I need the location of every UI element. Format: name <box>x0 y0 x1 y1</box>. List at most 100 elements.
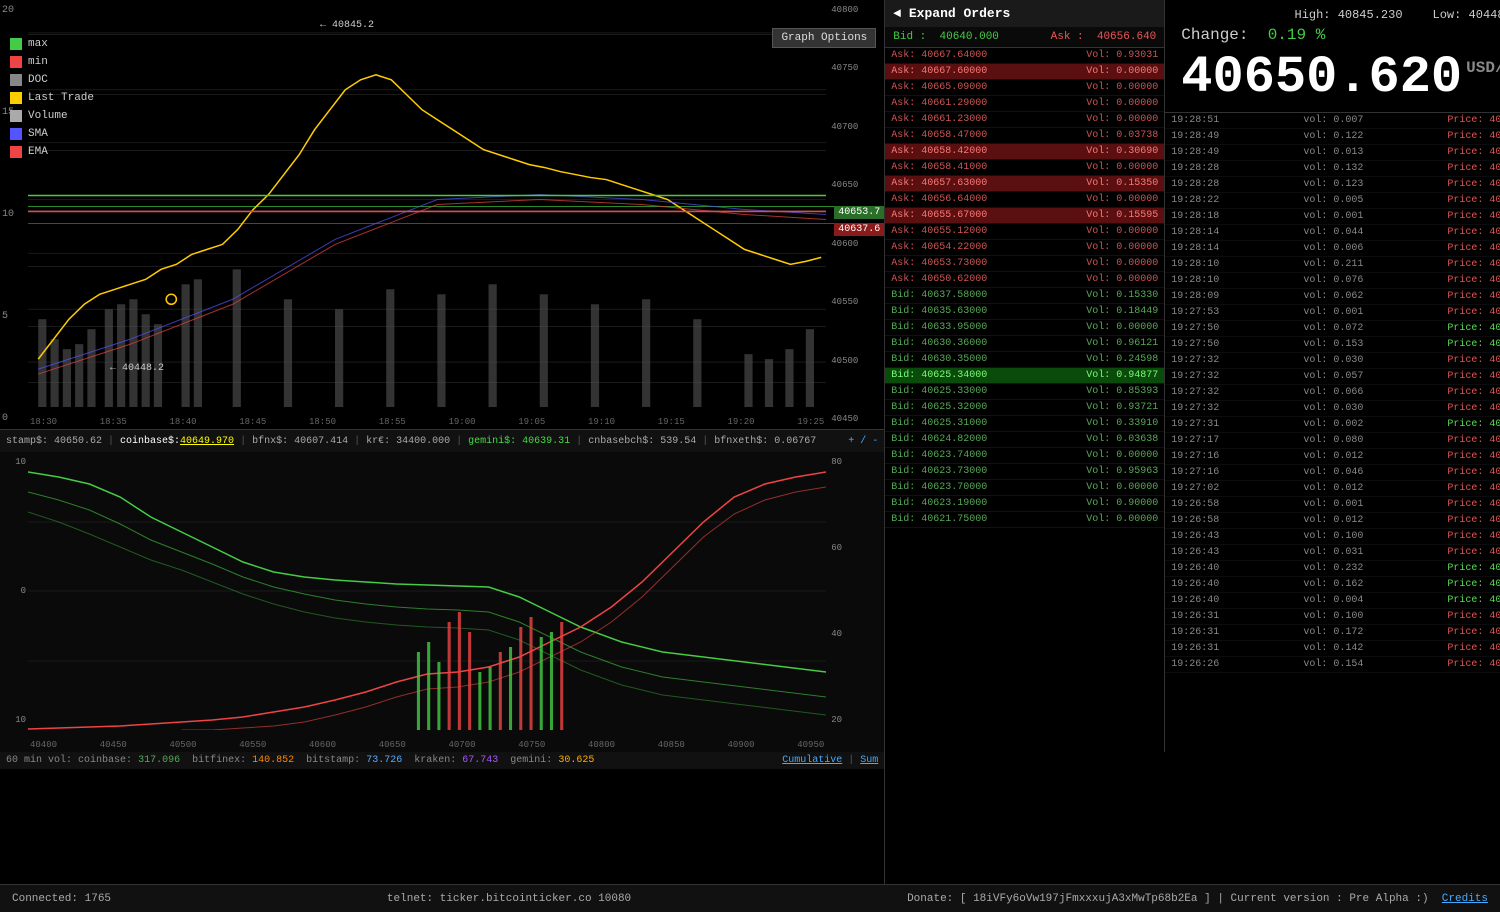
order-row: Bid: 40623.19000Vol: 0.90000 <box>885 496 1164 512</box>
order-row: Ask: 40661.29000Vol: 0.00000 <box>885 96 1164 112</box>
order-row: Ask: 40650.62000Vol: 0.00000 <box>885 272 1164 288</box>
trade-row: 19:27:53vol: 0.001Price: 40601.510 <box>1165 305 1500 321</box>
legend-max-color <box>10 38 22 50</box>
top-row: Graph Options max min DOC <box>0 0 1500 884</box>
trade-row: 19:26:43vol: 0.031Price: 40539.600 <box>1165 545 1500 561</box>
trade-row: 19:27:16vol: 0.012Price: 40581.360 <box>1165 449 1500 465</box>
trade-row: 19:28:14vol: 0.044Price: 40619.940 <box>1165 225 1500 241</box>
bid-ask-header: Bid : 40640.000 Ask : 40656.640 <box>885 27 1164 48</box>
order-row: Ask: 40665.09000Vol: 0.00000 <box>885 80 1164 96</box>
order-row: Bid: 40625.31000Vol: 0.33910 <box>885 416 1164 432</box>
order-row: Ask: 40655.67000Vol: 0.15595 <box>885 208 1164 224</box>
price-info-panel: High: 40845.230 Low: 40448.200 Change: 0… <box>1165 0 1500 113</box>
order-row: Ask: 40658.41000Vol: 0.00000 <box>885 160 1164 176</box>
legend-ema-color <box>10 146 22 158</box>
trade-row: 19:27:50vol: 0.153Price: 40603.120 <box>1165 337 1500 353</box>
right-panel: High: 40845.230 Low: 40448.200 Change: 0… <box>1165 0 1500 884</box>
trades-list: 19:28:51vol: 0.007Price: 40650.62019:28:… <box>1165 113 1500 865</box>
depth-y-right: 80604020 <box>829 452 884 730</box>
legend-min-color <box>10 56 22 68</box>
green-price-box: 40653.7 <box>834 206 884 219</box>
legend-ema-label: EMA <box>28 143 48 161</box>
trade-row: 19:28:22vol: 0.005Price: 40637.970 <box>1165 193 1500 209</box>
order-row: Ask: 40655.12000Vol: 0.00000 <box>885 224 1164 240</box>
trade-row: 19:27:31vol: 0.002Price: 40607.850 <box>1165 417 1500 433</box>
telnet-info: telnet: ticker.bitcointicker.co 10080 <box>387 893 631 905</box>
legend-volume-label: Volume <box>28 107 68 125</box>
trade-row: 19:27:32vol: 0.066Price: 40593.310 <box>1165 385 1500 401</box>
orders-panel: ◄ Expand Orders Bid : 40640.000 Ask : 40… <box>885 0 1165 752</box>
trade-row: 19:28:18vol: 0.001Price: 40636.740 <box>1165 209 1500 225</box>
order-row: Ask: 40667.60000Vol: 0.00000 <box>885 64 1164 80</box>
big-price-display: 40650.620 USD/BTC <box>1181 52 1500 104</box>
trade-row: 19:26:43vol: 0.100Price: 40539.100 <box>1165 529 1500 545</box>
order-row: Ask: 40656.64000Vol: 0.00000 <box>885 192 1164 208</box>
expand-orders-label: ◄ Expand Orders <box>893 6 1010 21</box>
volume-label: 60 min vol: <box>6 755 72 766</box>
vol-separator: | <box>842 755 860 766</box>
change-value: 0.19 % <box>1268 26 1326 44</box>
red-price-box: 40637.6 <box>834 223 884 236</box>
trade-row: 19:26:31vol: 0.172Price: 40553.110 <box>1165 625 1500 641</box>
cumulative-link[interactable]: Cumulative <box>782 755 842 766</box>
depth-chart-svg <box>28 452 826 730</box>
trade-row: 19:27:32vol: 0.030Price: 40589.920 <box>1165 353 1500 369</box>
order-row: Bid: 40625.34000Vol: 0.94877 <box>885 368 1164 384</box>
volume-bar: 60 min vol: coinbase: 317.096 bitfinex: … <box>0 752 884 769</box>
trade-row: 19:27:50vol: 0.072Price: 40601.510 <box>1165 321 1500 337</box>
trade-row: 19:27:32vol: 0.057Price: 40593.310 <box>1165 369 1500 385</box>
order-row: Bid: 40623.70000Vol: 0.00000 <box>885 480 1164 496</box>
trade-row: 19:26:31vol: 0.100Price: 40552.610 <box>1165 609 1500 625</box>
order-row: Bid: 40624.82000Vol: 0.03638 <box>885 432 1164 448</box>
order-row: Ask: 40653.73000Vol: 0.00000 <box>885 256 1164 272</box>
coinbase-vol-label: coinbase: <box>78 755 132 766</box>
legend-sma-label: SMA <box>28 125 48 143</box>
depth-x-axis: 40400404504050040550 4060040650407004075… <box>30 740 824 750</box>
legend-max-label: max <box>28 35 48 53</box>
bitfinex-vol-label: bitfinex: <box>192 755 246 766</box>
graph-options-button[interactable]: Graph Options <box>772 28 876 48</box>
trade-row: 19:28:49vol: 0.122Price: 40637.970 <box>1165 129 1500 145</box>
ask-label: Ask : 40656.640 <box>1051 31 1157 43</box>
coinbase-label: coinbase$: <box>120 436 180 447</box>
sum-link[interactable]: Sum <box>860 755 878 766</box>
coinbase-val[interactable]: 40649.970 <box>180 436 234 447</box>
gemini-ticker: gemini$: 40639.31 <box>468 436 570 447</box>
trade-row: 19:26:40vol: 0.232Price: 40559.290 <box>1165 561 1500 577</box>
bitstamp-vol-val: 73.726 <box>366 755 402 766</box>
high-value: High: 40845.230 <box>1295 8 1403 22</box>
trade-row: 19:27:16vol: 0.046Price: 40571.210 <box>1165 465 1500 481</box>
trade-row: 19:26:58vol: 0.001Price: 40545.700 <box>1165 497 1500 513</box>
legend-ema: EMA <box>10 143 94 161</box>
stamp-ticker: stamp$: 40650.62 <box>6 436 102 447</box>
kraken-vol-val: 67.743 <box>462 755 498 766</box>
order-row: Bid: 40633.95000Vol: 0.00000 <box>885 320 1164 336</box>
high-low-row: High: 40845.230 Low: 40448.200 <box>1181 8 1500 22</box>
credits-link[interactable]: Credits <box>1442 893 1488 905</box>
gemini-vol-val: 30.625 <box>558 755 594 766</box>
donate-info: Donate: [ 18iVFy6oVw197jFmxxxujA3xMwTp68… <box>907 893 1488 905</box>
bfnx-ticker: bfnx$: 40607.414 <box>252 436 348 447</box>
trade-row: 19:26:40vol: 0.162Price: 40551.810 <box>1165 577 1500 593</box>
trade-row: 19:26:26vol: 0.154Price: 40552.690 <box>1165 657 1500 673</box>
order-row: Ask: 40658.47000Vol: 0.03738 <box>885 128 1164 144</box>
main-chart: Graph Options max min DOC <box>0 0 884 430</box>
status-bar: Connected: 1765 telnet: ticker.bitcointi… <box>0 884 1500 912</box>
trade-row: 19:28:10vol: 0.211Price: 40601.510 <box>1165 257 1500 273</box>
legend-doc-label: DOC <box>28 71 48 89</box>
order-row: Ask: 40661.23000Vol: 0.00000 <box>885 112 1164 128</box>
order-row: Ask: 40667.64000Vol: 0.93031 <box>885 48 1164 64</box>
legend-sma-color <box>10 128 22 140</box>
order-row: Ask: 40658.42000Vol: 0.30690 <box>885 144 1164 160</box>
order-row: Bid: 40621.75000Vol: 0.00000 <box>885 512 1164 528</box>
order-row: Bid: 40630.35000Vol: 0.24598 <box>885 352 1164 368</box>
trade-row: 19:28:09vol: 0.062Price: 40601.510 <box>1165 289 1500 305</box>
order-row: Bid: 40635.63000Vol: 0.18449 <box>885 304 1164 320</box>
legend-min-label: min <box>28 53 48 71</box>
expand-orders-button[interactable]: ◄ Expand Orders <box>885 0 1164 27</box>
order-row: Bid: 40623.74000Vol: 0.00000 <box>885 448 1164 464</box>
cnbasebch-ticker: cnbasebch$: 539.54 <box>588 436 696 447</box>
plus-minus-button[interactable]: + / - <box>848 436 878 447</box>
trade-row: 19:28:10vol: 0.076Price: 40601.510 <box>1165 273 1500 289</box>
legend-sma: SMA <box>10 125 94 143</box>
